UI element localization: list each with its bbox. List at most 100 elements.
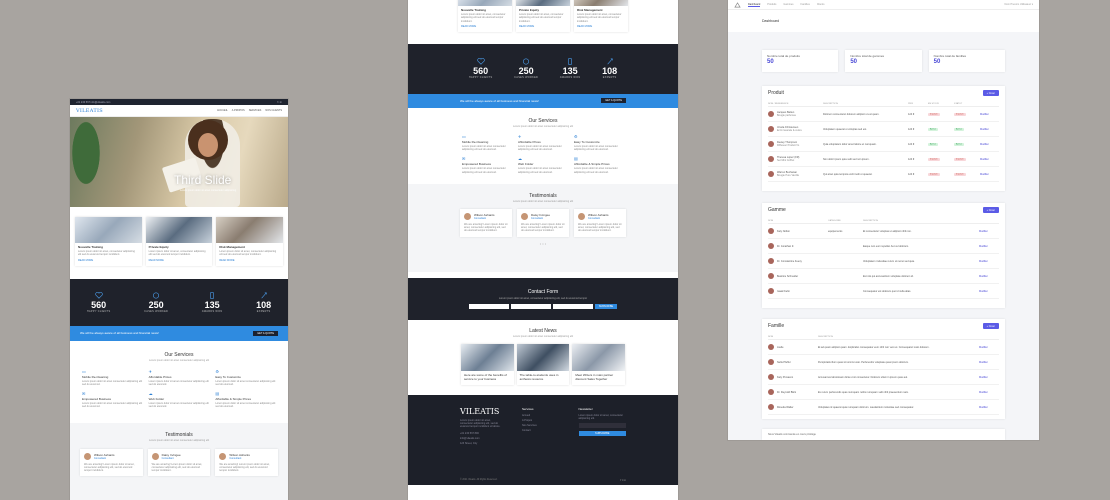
add-gamme-button[interactable]: + Créer	[982, 207, 999, 213]
news-card[interactable]: Meet Writers in main partner discount Sa…	[572, 343, 626, 385]
edit-link[interactable]: Modifier	[979, 283, 999, 299]
avatar	[768, 273, 774, 279]
tab-gammes[interactable]: Gammes	[783, 3, 793, 6]
feature-cards: Nouvelle Training Lorem ipsum dolor sit …	[70, 217, 288, 266]
service-item: ☁ Web Folder Lorem ipsum dolor sit amet co…	[518, 156, 568, 174]
user-menu[interactable]: Nom Prenom Utilisateur ▾	[1005, 3, 1034, 6]
footer-link[interactable]: Accueil	[522, 414, 559, 417]
service-item: ▭ Mobile Re-Cleaning Lorem ipsum dolor sit…	[462, 134, 512, 152]
footer-email[interactable]: info@vileatis.com	[460, 437, 502, 440]
news-card[interactable]: Here are some of the benefits of service…	[461, 343, 514, 385]
service-item: ✉ Empowered Business Lorem ipsum dolor sit…	[82, 391, 143, 409]
footer-logo[interactable]: VILEATIS	[460, 407, 502, 416]
feature-card[interactable]: Private Equity Lorem ipsum dolor sit ame…	[145, 217, 213, 266]
row-desc: Perspiciatis illum quasi sit omnis iusto…	[818, 354, 979, 370]
feature-card-title: Nouvelle Training	[461, 8, 487, 12]
kpi-value: 50	[933, 59, 941, 65]
footer-social-icons[interactable]: f t in	[620, 478, 626, 482]
edit-link[interactable]: Modifier	[980, 151, 999, 167]
nav-item-services[interactable]: SERVICES	[249, 109, 262, 112]
testimonial-card: Daisy Irvingee Consultant We are amazing! …	[517, 208, 569, 237]
name-field[interactable]	[469, 303, 509, 309]
feature-card[interactable]: Nouvelle Training Lorem ipsum dolor sit …	[75, 217, 142, 266]
add-famille-button[interactable]: + Créer	[982, 323, 999, 329]
read-more-link[interactable]: READ MORE	[519, 25, 567, 28]
avatar	[768, 111, 774, 117]
testimonial-name: Daisy Irvingee	[161, 452, 181, 457]
stat-label: HAPPY CLIENTS	[468, 76, 493, 80]
read-more-link[interactable]: READ MORE	[219, 259, 280, 262]
nav-item-accueil[interactable]: ACCUEIL	[217, 109, 228, 112]
news-card[interactable]: The table-to-students uses in anthesis r…	[516, 343, 570, 385]
read-more-link[interactable]: READ MORE	[149, 259, 210, 262]
edit-link[interactable]: Modifier	[979, 253, 999, 269]
newsletter-email-input[interactable]	[578, 422, 626, 428]
testimonials-title: Testimonials	[165, 431, 193, 438]
edit-link[interactable]: Modifier	[980, 106, 999, 122]
table-row: Dr. Jonathan Z. Eaque non eum repellat. A…	[768, 238, 999, 254]
edit-link[interactable]: Modifier	[979, 238, 999, 254]
contact-section: Contact Form Lorem ipsum dolor sit amet,…	[408, 277, 678, 320]
edit-link[interactable]: Modifier	[979, 339, 999, 355]
read-more-link[interactable]: READ MORE	[78, 259, 139, 262]
service-text: Lorem ipsum dolor sit amet consectetur a…	[462, 167, 506, 174]
read-more-link[interactable]: READ MORE	[577, 25, 625, 28]
service-text: Lorem ipsum dolor sit amet consectetur a…	[518, 167, 562, 174]
site-logo[interactable]: VILEATIS	[76, 108, 103, 114]
edit-link[interactable]: Modifier	[979, 223, 999, 239]
testimonial-text: We are amazing! Lorem ipsum dolor sit am…	[464, 222, 508, 233]
app-logo-icon[interactable]	[734, 1, 741, 8]
tab-produits[interactable]: Produits	[767, 3, 776, 6]
footer-link[interactable]: A Propos	[522, 419, 559, 422]
topbar-social-icons[interactable]: f t in	[277, 101, 282, 104]
contact-title: Contact Form	[527, 288, 559, 295]
newsletter-subscribe-button[interactable]: SUBSCRIBE	[578, 430, 626, 436]
row-desc: Eaque non eum repellat. Aut vel dolorem.	[863, 238, 979, 254]
service-title: Affordable Prices	[148, 374, 172, 379]
read-more-link[interactable]: READ MORE	[461, 25, 509, 28]
phone-icon	[568, 58, 573, 66]
edit-link[interactable]: Modifier	[980, 166, 999, 182]
service-icon: ✉	[462, 156, 466, 162]
stat-label: CASES WORKED	[514, 76, 539, 80]
phone-field[interactable]	[553, 303, 593, 309]
testimonial-card: Wilson Ashants Consultant We are amazing! …	[80, 448, 143, 477]
get-quote-button[interactable]: GET A QUOTE	[253, 330, 278, 336]
nav-item-clients[interactable]: NOS CLIENTS	[265, 109, 282, 112]
avatar	[521, 212, 528, 220]
edit-link[interactable]: Modifier	[979, 268, 999, 284]
tab-dashboard[interactable]: Dashboard	[748, 3, 761, 7]
footer-link[interactable]: Nos Services	[522, 424, 559, 427]
row-price: 124 €	[908, 151, 928, 167]
stat-number: 108	[602, 66, 618, 77]
edit-link[interactable]: Modifier	[979, 384, 999, 400]
edit-link[interactable]: Modifier	[979, 354, 999, 370]
feature-card[interactable]: Private Equity Lorem ipsum dolor sit amet…	[516, 0, 570, 32]
feature-card[interactable]: Risk Management Lorem ipsum dolor sit ame…	[574, 0, 628, 32]
famille-panel: Famille + Créer NOM DESCRIPTION Joelle Et …	[762, 319, 1005, 419]
feature-card[interactable]: Risk Management Lorem ipsum dolor sit am…	[216, 217, 284, 266]
row-name: Dr. Constantine Feeny	[777, 259, 802, 263]
stock-badge: Inactive	[928, 158, 940, 161]
add-produit-button[interactable]: + Créer	[982, 90, 999, 96]
get-quote-button[interactable]: GET A QUOTE	[601, 98, 626, 104]
footer-link[interactable]: Contact	[522, 429, 559, 432]
produit-panel: Produit + Créer NOM / REFERENCE DESCRIPTI…	[762, 86, 1005, 191]
edit-link[interactable]: Modifier	[980, 136, 999, 152]
stat-number: 250	[148, 299, 164, 310]
nav-item-apropos[interactable]: A PROPOS	[232, 109, 245, 112]
subscribe-button[interactable]: SUBSCRIBE	[595, 303, 617, 309]
tab-familles[interactable]: Familles	[801, 3, 810, 6]
carousel-dots[interactable]: • • •	[408, 241, 678, 246]
edit-link[interactable]: Modifier	[979, 369, 999, 385]
feature-card[interactable]: Nouvelle Training Lorem ipsum dolor sit a…	[458, 0, 512, 32]
email-field[interactable]	[511, 303, 551, 309]
edit-link[interactable]: Modifier	[980, 121, 999, 137]
service-item: ✈ Affordable Prices Lorem ipsum dolor sit …	[149, 369, 210, 387]
tab-clients[interactable]: Clients	[817, 3, 825, 6]
table-row: Jacques Batten Bougie parfumée Dolorem con…	[768, 106, 999, 122]
status-badge: Inactive	[954, 113, 966, 116]
service-text: Lorem ipsum dolor sit amet consectetur a…	[82, 379, 143, 386]
testimonials-section: Testimonials Lorem ipsum dolor sit amet …	[70, 422, 288, 500]
edit-link[interactable]: Modifier	[979, 399, 999, 415]
